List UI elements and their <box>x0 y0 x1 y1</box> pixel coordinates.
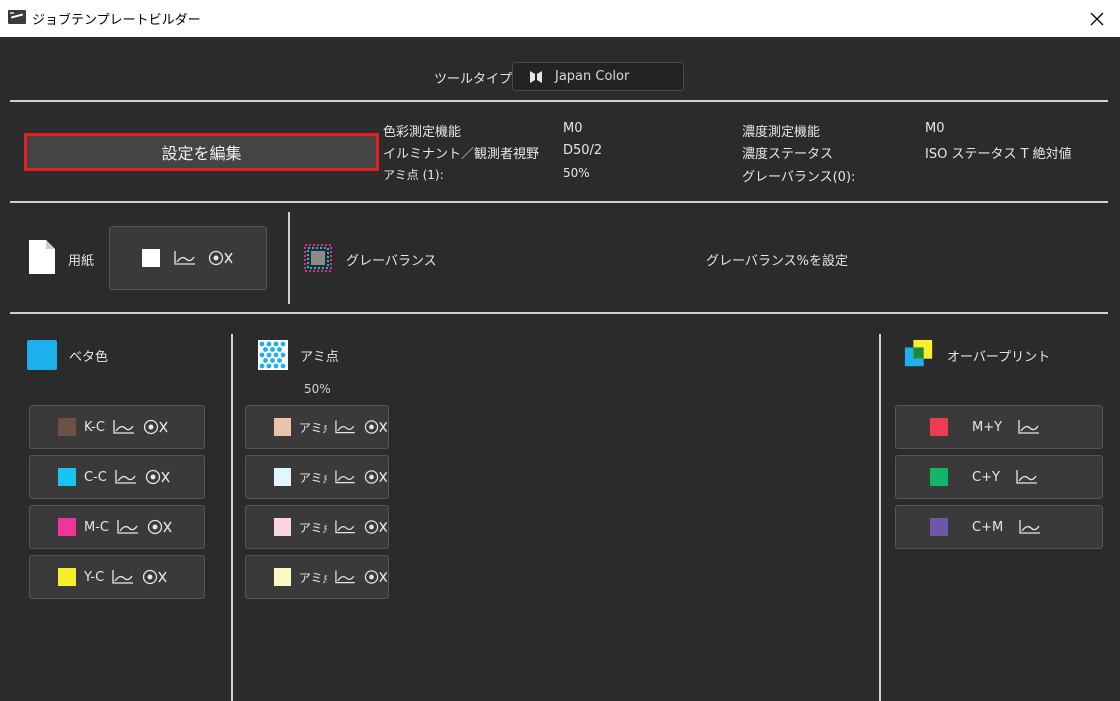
paper-tile[interactable] <box>109 226 267 290</box>
close-icon <box>1090 12 1104 25</box>
overprint-tile[interactable]: C+M <box>895 505 1103 549</box>
chart-line-icon <box>335 520 355 534</box>
divider <box>231 334 233 701</box>
overprint-label: オーバープリント <box>947 350 1051 365</box>
solid-color-tile[interactable]: M-C <box>29 505 205 549</box>
solid-color-tile-label: K-C <box>84 419 105 435</box>
overprint-icon <box>904 339 933 367</box>
app-icon <box>8 10 26 24</box>
divider <box>10 100 1108 102</box>
overprint-tile-label: M+Y <box>972 419 1003 435</box>
overprint-swatch <box>930 418 948 436</box>
chart-line-icon <box>112 570 134 584</box>
tint-swatch <box>274 418 291 436</box>
divider <box>879 334 881 701</box>
solid-color-swatch <box>58 418 76 436</box>
solid-color-tile[interactable]: K-C <box>29 405 205 449</box>
chart-line-icon <box>335 570 355 584</box>
divider <box>10 201 1108 203</box>
solid-label: ベタ色 <box>69 350 109 365</box>
gray-balance-label: グレーバランス <box>346 254 437 269</box>
edit-settings-button[interactable]: 設定を編集 <box>24 133 379 171</box>
divider <box>288 212 290 304</box>
target-disable-icon <box>364 570 387 584</box>
chart-line-icon <box>174 251 195 265</box>
color-measure-value: M0 <box>563 121 583 136</box>
overprint-swatch <box>930 468 948 486</box>
solid-color-swatch <box>58 518 76 536</box>
tint-tile-label: アミ点 <box>298 420 327 435</box>
paper-document-icon <box>29 240 55 274</box>
chart-line-icon <box>1018 420 1040 434</box>
gray-balance-set-link[interactable]: グレーバランス%を設定 <box>706 250 848 269</box>
chart-line-icon <box>335 420 355 434</box>
density-status-label: 濃度ステータス <box>742 147 834 162</box>
target-disable-icon <box>143 419 168 435</box>
overprint-swatch <box>930 518 948 536</box>
tint-swatch <box>274 518 291 536</box>
density-status-value: ISO ステータス T 絶対値 <box>925 147 1072 162</box>
tint-value: 50% <box>563 166 590 180</box>
tint-label: アミ点 <box>300 350 339 365</box>
divider <box>10 312 1108 314</box>
illuminant-label: イルミナント／観測者視野 <box>383 147 540 162</box>
illuminant-value: D50/2 <box>563 143 603 158</box>
target-disable-icon <box>147 519 172 535</box>
solid-color-icon <box>27 340 57 370</box>
paper-swatch <box>142 249 160 267</box>
solid-color-tile[interactable]: C-C <box>29 455 205 499</box>
target-disable-icon <box>364 420 387 434</box>
chart-line-icon <box>1016 470 1037 484</box>
chart-line-icon <box>113 420 134 434</box>
chart-line-icon <box>1019 520 1041 534</box>
solid-color-tile-label: M-C <box>84 519 109 535</box>
target-disable-icon <box>364 520 387 534</box>
tint-tile[interactable]: アミ点 <box>245 455 389 499</box>
tint-swatch <box>274 568 291 586</box>
tooltype-select[interactable]: Japan Color <box>512 62 684 91</box>
main-panel: ツールタイプ Japan Color 設定を編集 色彩測定機能 M0 イルミナン… <box>0 37 1120 701</box>
tooltype-label: ツールタイプ <box>434 72 513 87</box>
solid-color-swatch <box>58 468 76 486</box>
solid-color-tile-label: Y-C <box>84 569 105 585</box>
tooltype-value: Japan Color <box>555 69 630 84</box>
chart-line-icon <box>115 470 136 484</box>
japan-color-icon <box>530 70 542 83</box>
title-bar: ジョブテンプレートビルダー <box>0 0 1120 37</box>
density-measure-value: M0 <box>925 121 945 136</box>
overprint-tile[interactable]: M+Y <box>895 405 1103 449</box>
solid-color-swatch <box>58 568 76 586</box>
tint-tile-label: アミ点 <box>298 570 327 585</box>
paper-label: 用紙 <box>68 254 95 269</box>
tint-label: アミ点 (1): <box>383 168 444 182</box>
close-button[interactable] <box>1074 0 1120 37</box>
tint-dots-icon <box>258 340 288 370</box>
overprint-tile-label: C+M <box>972 519 1004 535</box>
color-measure-label: 色彩測定機能 <box>383 125 462 140</box>
tint-swatch <box>274 468 291 486</box>
solid-color-tile-label: C-C <box>84 469 107 485</box>
target-disable-icon <box>208 250 233 266</box>
window-title: ジョブテンプレートビルダー <box>32 13 201 28</box>
tint-tile-label: アミ点 <box>298 470 327 485</box>
target-disable-icon <box>145 469 170 485</box>
tint-tile[interactable]: アミ点 <box>245 505 389 549</box>
density-measure-label: 濃度測定機能 <box>742 125 821 140</box>
chart-line-icon <box>335 470 355 484</box>
gray-balance-icon <box>304 244 332 272</box>
tint-tile[interactable]: アミ点 <box>245 405 389 449</box>
overprint-tile-label: C+Y <box>972 469 1000 485</box>
overprint-tile[interactable]: C+Y <box>895 455 1103 499</box>
target-disable-icon <box>143 569 167 585</box>
tint-tile[interactable]: アミ点 <box>245 555 389 599</box>
chart-line-icon <box>117 520 138 534</box>
gray-balance-count-label: グレーバランス(0): <box>742 170 856 185</box>
target-disable-icon <box>364 470 387 484</box>
tint-percent: 50% <box>304 382 331 396</box>
tint-tile-label: アミ点 <box>298 520 327 535</box>
solid-color-tile[interactable]: Y-C <box>29 555 205 599</box>
